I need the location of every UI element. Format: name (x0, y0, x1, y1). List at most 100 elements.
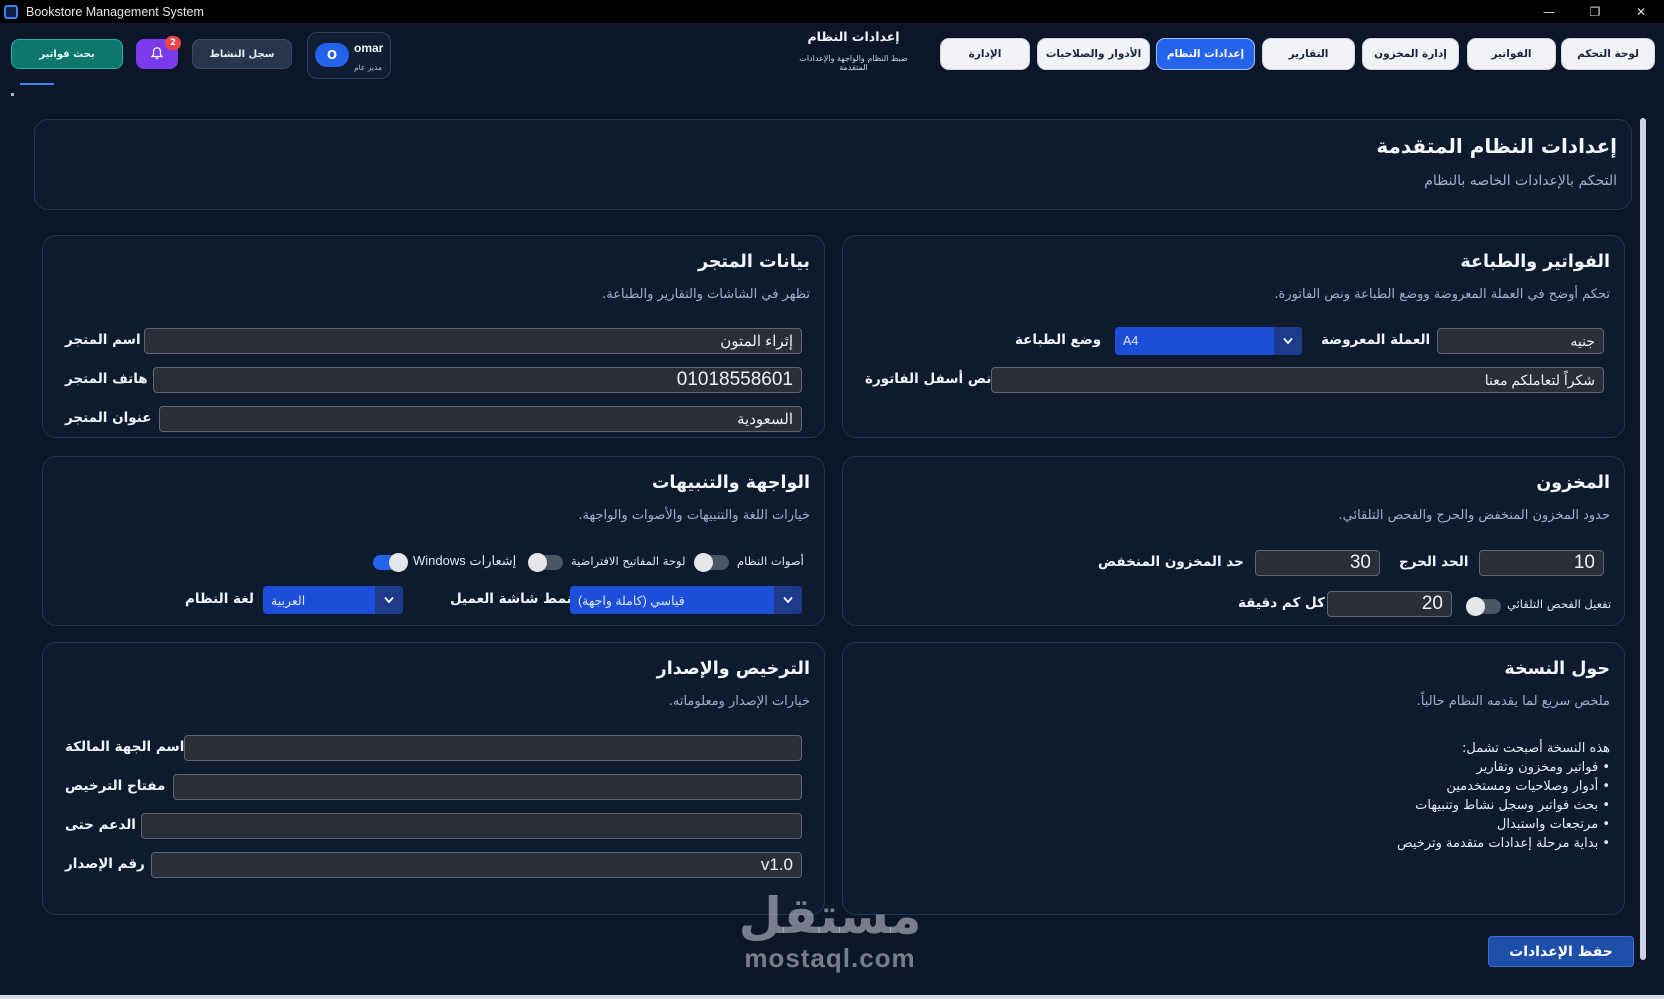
license-version-panel: الترخيص والإصدار خيارات الإصدار ومعلومات… (42, 642, 825, 915)
system-language-select[interactable]: العربية (263, 586, 403, 614)
search-invoices-button[interactable]: بحث فواتير (11, 39, 123, 69)
settings-banner: إعدادات النظام المتقدمة التحكم بالإعدادا… (34, 119, 1632, 210)
inventory-title: المخزون (1536, 473, 1610, 493)
virtual-keyboard-label: لوحة المفاتيح الافتراضية (571, 554, 686, 568)
store-data-panel: بيانات المتجر تظهر في الشاشات والتقارير … (42, 235, 825, 438)
avatar: O (315, 43, 349, 67)
list-item: بداية مرحلة إعدادات متقدمة وترخيص (1397, 834, 1610, 853)
store-address-input[interactable]: السعودية (159, 406, 802, 432)
banner-title: إعدادات النظام المتقدمة (1376, 134, 1617, 158)
print-mode-value: A4 (1123, 334, 1139, 348)
about-subtitle: ملخص سريع لما يقدمه النظام حالياً. (1416, 694, 1610, 709)
window-title-bar: Bookstore Management System — ❐ ✕ (0, 0, 1664, 23)
invoices-subtitle: تحكم أوضح في العملة المعروضة ووضع الطباع… (1274, 287, 1610, 302)
customer-display-label: نمط شاشة العميل (450, 591, 572, 607)
maximize-button[interactable]: ❐ (1572, 0, 1618, 23)
chevron-down-icon (375, 586, 403, 614)
list-item: أدوار وصلاحيات ومستخدمين (1397, 777, 1610, 796)
nav-indicator (20, 83, 54, 85)
print-mode-label: وضع الطباعة (1015, 332, 1102, 348)
about-intro: هذه النسخة أصبحت تشمل: (1461, 741, 1610, 756)
invoice-footer-label: نص أسفل الفاتورة (865, 371, 992, 387)
save-settings-button[interactable]: حفظ الإعدادات (1488, 936, 1634, 967)
about-title: حول النسخة (1504, 659, 1610, 679)
chevron-down-icon (1274, 327, 1302, 355)
system-sounds-toggle[interactable] (694, 553, 729, 572)
invoice-footer-input[interactable]: شكراً لتعاملكم معنا (991, 367, 1604, 393)
store-phone-label: هاتف المتجر (65, 371, 148, 387)
license-key-label: مفتاح الترخيص (65, 778, 166, 794)
bell-icon (150, 45, 164, 64)
banner-subtitle: التحكم بالإعدادات الخاصه بالنظام (1424, 173, 1617, 189)
list-item: مرتجعات واستبدال (1397, 815, 1610, 834)
currency-input[interactable]: جنيه (1437, 328, 1604, 354)
owner-label: اسم الجهة المالكة (65, 739, 185, 755)
store-address-label: عنوان المتجر (65, 410, 152, 426)
interface-subtitle: خيارات اللغة والتنبيهات والأصوات والواجه… (578, 508, 810, 523)
auto-check-toggle[interactable] (1466, 597, 1501, 616)
cursor-mark (11, 93, 14, 96)
system-sounds-label: أصوات النظام (737, 554, 804, 568)
critical-stock-label: الحد الحرج (1399, 554, 1469, 570)
scrollbar-thumb[interactable] (1640, 118, 1646, 960)
owner-input[interactable] (184, 735, 802, 761)
customer-display-select[interactable]: قياسي (كاملة واجهة) (570, 586, 802, 614)
app-icon (4, 4, 18, 19)
watermark-logo: مستقل mostaql.com (725, 888, 935, 972)
currency-label: العملة المعروضة (1321, 332, 1431, 348)
check-interval-input[interactable]: 20 (1327, 591, 1452, 617)
about-features: هذه النسخة أصبحت تشمل: فواتير ومخزون وتق… (1397, 739, 1610, 853)
inventory-subtitle: حدود المخزون المنخفض والحرج والفحص التلق… (1338, 508, 1610, 523)
activity-log-button[interactable]: سجل النشاط (192, 39, 292, 69)
virtual-keyboard-toggle[interactable] (528, 553, 563, 572)
nav-roles-permissions[interactable]: الأدوار والصلاحيات (1037, 38, 1150, 70)
toggle-knob (528, 553, 547, 572)
critical-stock-input[interactable]: 10 (1479, 550, 1604, 576)
page-subtitle: ضبط النظام والواجهة والإعدادات المتقدمة (799, 54, 908, 72)
window-title: Bookstore Management System (26, 4, 204, 19)
minimize-button[interactable]: — (1526, 0, 1572, 23)
store-title: بيانات المتجر (697, 252, 810, 272)
nav-dashboard[interactable]: لوحة التحكم (1561, 38, 1655, 70)
user-name: omar (354, 41, 384, 55)
interface-notifications-panel: الواجهة والتنبيهات خيارات اللغة والتنبيه… (42, 456, 825, 626)
watermark-arabic: مستقل (738, 887, 922, 945)
close-button[interactable]: ✕ (1618, 0, 1664, 23)
support-until-input[interactable] (141, 813, 802, 839)
invoices-title: الفواتير والطباعة (1460, 252, 1610, 272)
toggle-knob (389, 553, 408, 572)
nav-invoices[interactable]: الفواتير (1467, 38, 1556, 70)
version-number-input[interactable]: v1.0 (151, 852, 802, 878)
nav-reports[interactable]: التقارير (1262, 38, 1355, 70)
store-name-input[interactable]: إثراء المتون (144, 328, 802, 354)
watermark-latin: mostaql.com (744, 943, 916, 973)
notifications-button[interactable]: 2 (136, 36, 181, 69)
print-mode-select[interactable]: A4 (1115, 327, 1302, 355)
window-controls: — ❐ ✕ (1526, 0, 1664, 23)
auto-check-label: تفعيل الفحص التلقائي (1507, 597, 1612, 611)
toggle-knob (694, 553, 713, 572)
license-title: الترخيص والإصدار (656, 659, 810, 679)
windows-notifications-label: إشعارات Windows (413, 553, 517, 568)
store-phone-input[interactable]: 01018558601 (153, 367, 802, 393)
store-name-label: اسم المتجر (65, 332, 141, 348)
windows-notifications-toggle[interactable] (373, 553, 408, 572)
user-card[interactable]: O omar مدير عام (307, 32, 391, 79)
license-key-input[interactable] (173, 774, 802, 800)
window-bottom-edge (0, 995, 1664, 999)
version-number-label: رقم الإصدار (65, 856, 145, 872)
list-item: فواتير ومخزون وتقارير (1397, 758, 1610, 777)
system-language-value: العربية (271, 593, 306, 608)
customer-display-value: قياسي (كاملة واجهة) (578, 593, 685, 608)
low-stock-input[interactable]: 30 (1255, 550, 1380, 576)
nav-inventory[interactable]: إدارة المخزون (1362, 38, 1459, 70)
store-subtitle: تظهر في الشاشات والتقارير والطباعة. (602, 287, 810, 302)
nav-administration[interactable]: الإدارة (940, 38, 1030, 70)
list-item: بحث فواتير وسجل نشاط وتنبيهات (1397, 796, 1610, 815)
app-header: لوحة التحكم الفواتير إدارة المخزون التقا… (0, 23, 1664, 93)
page-title: إعدادات النظام (807, 29, 900, 44)
chevron-down-icon (774, 586, 802, 614)
nav-system-settings[interactable]: إعدادات النظام (1156, 38, 1255, 70)
toggle-knob (1466, 597, 1485, 616)
notification-badge: 2 (165, 36, 181, 50)
